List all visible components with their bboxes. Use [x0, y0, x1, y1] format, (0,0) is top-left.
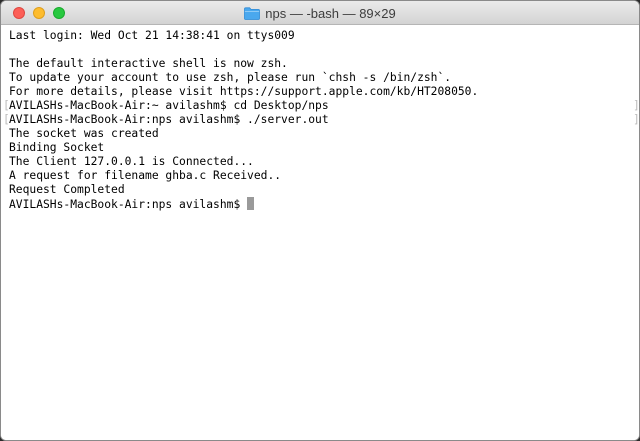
terminal-output[interactable]: Last login: Wed Oct 21 14:38:41 on ttys0… — [1, 25, 639, 440]
title-bar[interactable]: nps — -bash — 89×29 — [1, 1, 639, 25]
terminal-line-text: The Client 127.0.0.1 is Connected... — [9, 155, 254, 168]
terminal-line-text: For more details, please visit https://s… — [9, 85, 479, 98]
terminal-line-text: Binding Socket — [9, 141, 105, 154]
terminal-line-text: Request Completed — [9, 183, 125, 196]
terminal-line: The default interactive shell is now zsh… — [9, 57, 631, 71]
terminal-line-text: AVILASHs-MacBook-Air:nps avilashm$ ./ser… — [9, 113, 329, 126]
terminal-line-text: AVILASHs-MacBook-Air:~ avilashm$ cd Desk… — [9, 99, 329, 112]
terminal-window: nps — -bash — 89×29 Last login: Wed Oct … — [0, 0, 640, 441]
window-title-area: nps — -bash — 89×29 — [1, 1, 639, 25]
mark-bracket-left: [ — [3, 113, 10, 126]
mark-bracket-left: [ — [3, 99, 10, 112]
terminal-line: Request Completed — [9, 183, 631, 197]
terminal-line: AVILASHs-MacBook-Air:nps avilashm$ — [9, 197, 631, 211]
terminal-line: Last login: Wed Oct 21 14:38:41 on ttys0… — [9, 29, 631, 43]
window-title: nps — -bash — 89×29 — [265, 5, 396, 21]
terminal-line: [] AVILASHs-MacBook-Air:nps avilashm$ ./s… — [3, 113, 639, 127]
terminal-line: For more details, please visit https://s… — [9, 85, 631, 99]
text-cursor — [247, 197, 255, 210]
terminal-line: The Client 127.0.0.1 is Connected... — [9, 155, 631, 169]
mark-bracket-right: ] — [633, 113, 640, 126]
folder-icon — [244, 6, 261, 20]
terminal-line-text: To update your account to use zsh, pleas… — [9, 71, 452, 84]
terminal-line-text: A request for filename ghba.c Received.. — [9, 169, 282, 182]
terminal-line: To update your account to use zsh, pleas… — [9, 71, 631, 85]
terminal-line: A request for filename ghba.c Received.. — [9, 169, 631, 183]
terminal-line-text: The default interactive shell is now zsh… — [9, 57, 288, 70]
mark-bracket-right: ] — [633, 99, 640, 112]
terminal-line: [] AVILASHs-MacBook-Air:~ avilashm$ cd De… — [3, 99, 639, 113]
terminal-line-text: Last login: Wed Oct 21 14:38:41 on ttys0… — [9, 29, 295, 42]
terminal-line: The socket was created — [9, 127, 631, 141]
terminal-line-text: The socket was created — [9, 127, 159, 140]
terminal-line: Binding Socket — [9, 141, 631, 155]
terminal-line-text: AVILASHs-MacBook-Air:nps avilashm$ — [9, 198, 248, 211]
